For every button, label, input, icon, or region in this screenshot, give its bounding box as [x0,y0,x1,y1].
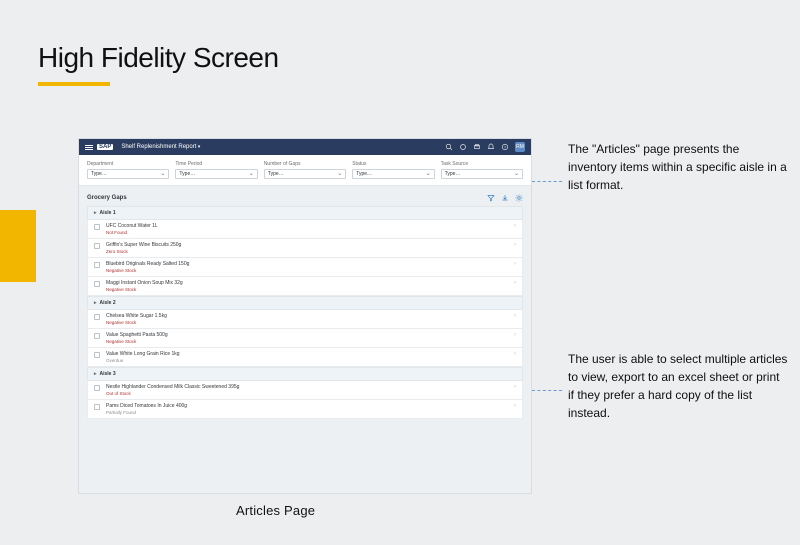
article-title: Griffin's Super Wine Biscuits 250g [106,242,508,248]
article-title: Value White Long Grain Rice 1kg [106,351,508,357]
avatar[interactable]: RM [515,142,525,152]
status-badge: Not Found [106,230,508,235]
chevron-right-icon: › [514,403,516,409]
status-badge: Zero Stock [106,249,508,254]
list-item[interactable]: Maggi Instant Onion Soup Mix 32gNegative… [87,277,523,296]
filter-status: Status Type… [352,161,434,179]
copilot-icon[interactable] [459,143,467,151]
filter-select[interactable]: Type… [175,169,257,179]
chevron-right-icon: › [514,332,516,338]
checkbox[interactable] [94,314,100,320]
chevron-down-icon: ▸ [94,300,97,306]
slide-title: High Fidelity Screen [38,42,279,74]
filter-label: Task Source [441,161,523,167]
export-icon[interactable] [501,194,509,202]
chevron-down-icon: ▸ [94,371,97,377]
status-badge: Negative Stock [106,320,508,325]
checkbox[interactable] [94,333,100,339]
aisle-name: Aisle 3 [100,371,116,377]
annotation-articles: The "Articles" page presents the invento… [568,140,788,194]
status-badge: Negative Stock [106,268,508,273]
chevron-right-icon: › [514,223,516,229]
callout-line-1 [532,181,562,182]
shellbar-actions: ? RM [445,142,525,152]
filter-label: Status [352,161,434,167]
filter-time-period: Time Period Type… [175,161,257,179]
aisle-header[interactable]: ▸Aisle 1 [87,206,523,220]
filter-select[interactable]: Type… [352,169,434,179]
filter-department: Department Type… [87,161,169,179]
filter-task-source: Task Source Type… [441,161,523,179]
callout-line-2 [532,390,562,391]
gear-icon[interactable] [515,194,523,202]
title-underline [38,82,110,86]
chevron-right-icon: › [514,242,516,248]
section-title: Grocery Gaps [87,195,127,201]
filter-select[interactable]: Type… [441,169,523,179]
article-title: Chelsea White Sugar 1.5kg [106,313,508,319]
print-icon[interactable] [473,143,481,151]
article-title: Pams Diced Tomatoes In Juice 400g [106,403,508,409]
section-header: Grocery Gaps [87,190,523,206]
app-frame: SAP Shelf Replenishment Report ? RM Depa… [78,138,532,494]
filter-label: Time Period [175,161,257,167]
brand-logo: SAP [97,144,113,150]
chevron-right-icon: › [514,261,516,267]
article-title: Maggi Instant Onion Soup Mix 32g [106,280,508,286]
aisle-name: Aisle 1 [100,210,116,216]
list-item[interactable]: Chelsea White Sugar 1.5kgNegative Stock … [87,310,523,329]
status-badge: Overdue [106,358,508,363]
filter-select[interactable]: Type… [87,169,169,179]
list-item[interactable]: Bluebird Originals Ready Salted 150gNega… [87,258,523,277]
shellbar: SAP Shelf Replenishment Report ? RM [79,139,531,155]
page-caption: Articles Page [236,503,315,518]
chevron-right-icon: › [514,351,516,357]
list-item[interactable]: Value White Long Grain Rice 1kgOverdue › [87,348,523,367]
chevron-right-icon: › [514,384,516,390]
content-area: Grocery Gaps ▸Aisle 1 UFC Coconut Water … [79,186,531,423]
aisle-name: Aisle 2 [100,300,116,306]
article-title: Nestle Highlander Condensed Milk Classic… [106,384,508,390]
filter-label: Department [87,161,169,167]
status-badge: Negative Stock [106,287,508,292]
list-item[interactable]: Griffin's Super Wine Biscuits 250gZero S… [87,239,523,258]
status-badge: Out of Stock [106,391,508,396]
svg-text:?: ? [504,145,507,150]
aisle-header[interactable]: ▸Aisle 3 [87,367,523,381]
filter-bar: Department Type… Time Period Type… Numbe… [79,155,531,186]
question-icon[interactable]: ? [501,143,509,151]
article-title: Value Spaghetti Pasta 500g [106,332,508,338]
bell-icon[interactable] [487,143,495,151]
article-title: Bluebird Originals Ready Salted 150g [106,261,508,267]
checkbox[interactable] [94,243,100,249]
filter-label: Number of Gaps [264,161,346,167]
annotation-export: The user is able to select multiple arti… [568,350,788,422]
search-icon[interactable] [445,143,453,151]
article-title: UFC Coconut Water 1L [106,223,508,229]
list-item[interactable]: Pams Diced Tomatoes In Juice 400gPartial… [87,400,523,419]
page-title-dropdown[interactable]: Shelf Replenishment Report [117,144,441,150]
checkbox[interactable] [94,224,100,230]
filter-select[interactable]: Type… [264,169,346,179]
filter-icon[interactable] [487,194,495,202]
filter-num-gaps: Number of Gaps Type… [264,161,346,179]
status-badge: Partially Found [106,410,508,415]
checkbox[interactable] [94,262,100,268]
list-item[interactable]: UFC Coconut Water 1LNot Found › [87,220,523,239]
list-item[interactable]: Value Spaghetti Pasta 500gNegative Stock… [87,329,523,348]
status-badge: Negative Stock [106,339,508,344]
menu-icon[interactable] [85,143,93,151]
chevron-right-icon: › [514,280,516,286]
aisle-header[interactable]: ▸Aisle 2 [87,296,523,310]
checkbox[interactable] [94,404,100,410]
checkbox[interactable] [94,385,100,391]
chevron-right-icon: › [514,313,516,319]
checkbox[interactable] [94,352,100,358]
accent-sidebar-block [0,210,36,282]
list-item[interactable]: Nestle Highlander Condensed Milk Classic… [87,381,523,400]
chevron-down-icon: ▸ [94,210,97,216]
checkbox[interactable] [94,281,100,287]
